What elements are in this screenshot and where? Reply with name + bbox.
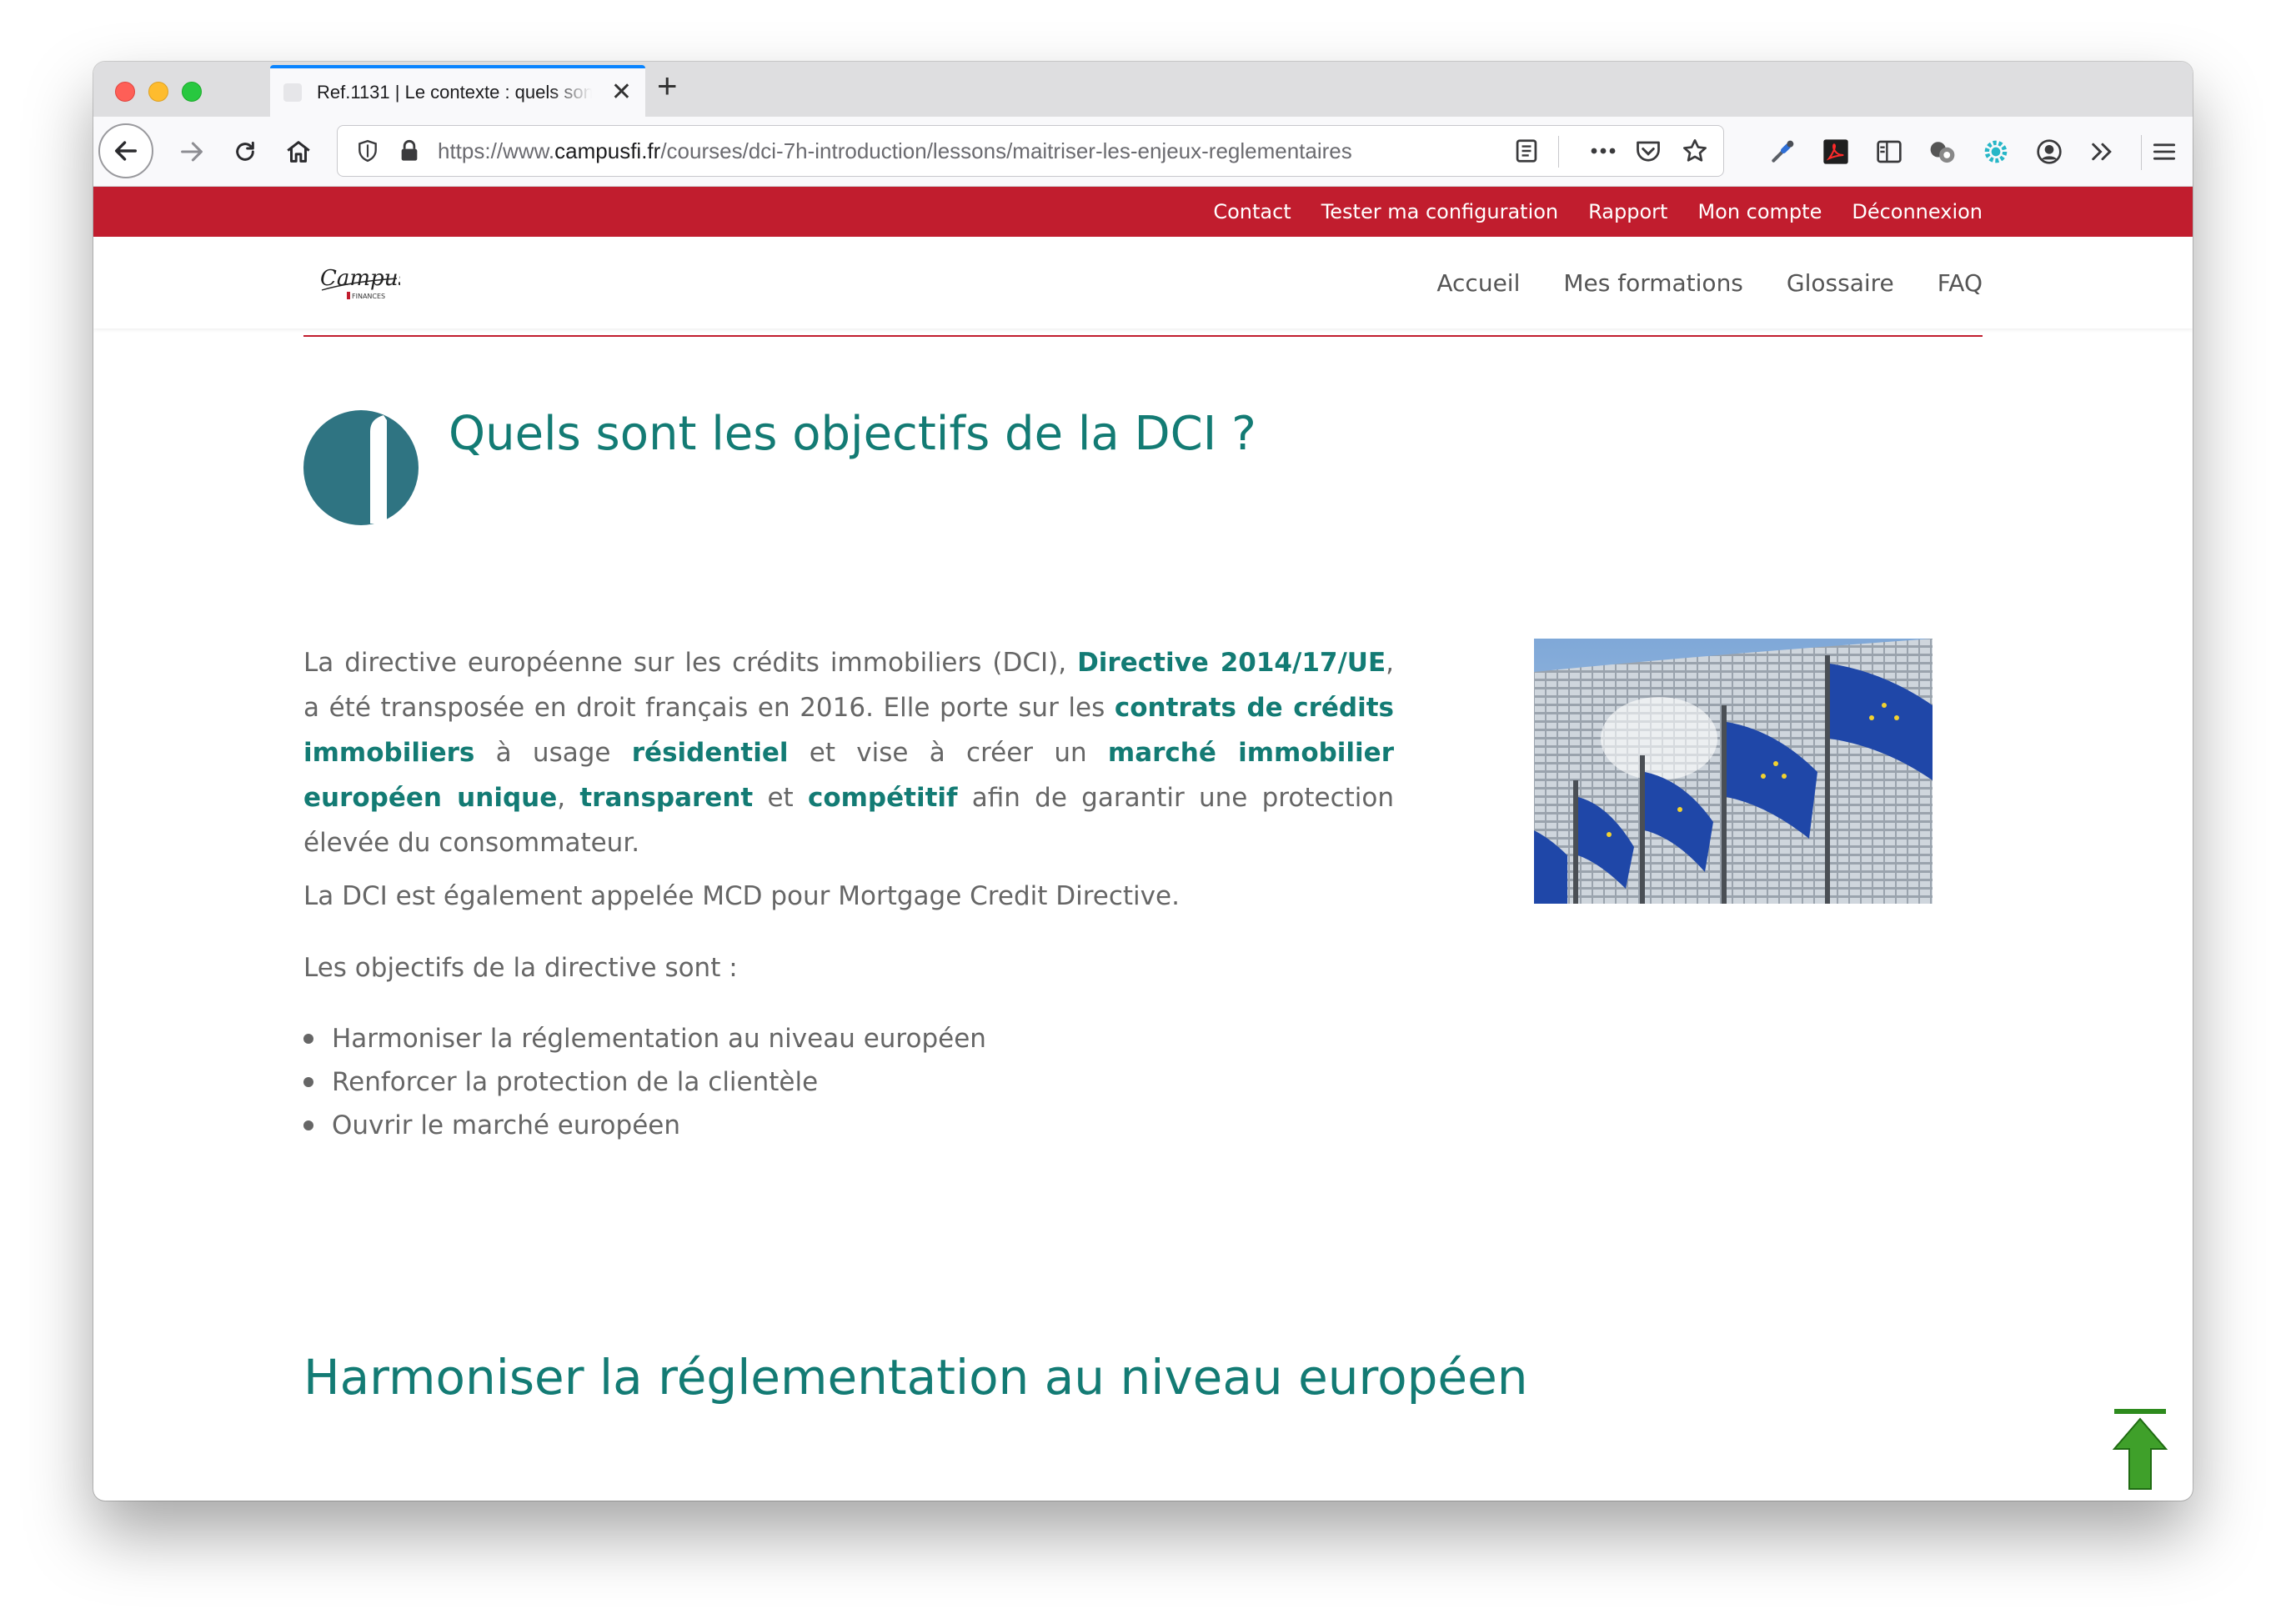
overflow-chevron-icon[interactable] [2083, 132, 2123, 172]
text-run: et [753, 783, 808, 813]
nav-accueil[interactable]: Accueil [1436, 269, 1520, 297]
screenshot-stage: Ref.1131 | Le contexte : quels sont les … [0, 0, 2286, 1624]
list-item-text: Renforcer la protection de la clientèle [332, 1067, 819, 1097]
top-link-rapport[interactable]: Rapport [1588, 200, 1667, 223]
site-header: Campus FINANCES Accueil Mes formations G… [93, 237, 2193, 328]
zoom-window-button[interactable] [182, 82, 202, 102]
top-link-contact[interactable]: Contact [1213, 200, 1291, 223]
extension-circles-icon[interactable] [1923, 132, 1963, 172]
sidebar-icon[interactable] [1869, 132, 1909, 172]
mcd-paragraph: La DCI est également appelée MCD pour Mo… [303, 881, 1180, 911]
list-item-text: Ouvrir le marché européen [332, 1110, 680, 1140]
bookmark-star-icon[interactable] [1675, 131, 1715, 171]
nav-faq[interactable]: FAQ [1938, 269, 1983, 297]
header-divider [303, 335, 1983, 337]
close-tab-icon[interactable]: ✕ [611, 80, 632, 105]
eu-flags-image [1534, 639, 1933, 904]
list-item: Ouvrir le marché européen [303, 1104, 986, 1147]
highlight-residentiel: résidentiel [631, 738, 789, 768]
new-tab-icon[interactable]: + [657, 68, 678, 103]
forward-arrow-icon[interactable] [172, 132, 212, 172]
page-title: Quels sont les objectifs de la DCI ? [449, 407, 1256, 461]
back-arrow-icon[interactable] [98, 123, 153, 178]
bullet-icon [303, 1034, 313, 1044]
logo-subtext: FINANCES [352, 293, 385, 300]
eyedropper-icon[interactable] [1762, 132, 1802, 172]
text-run: à usage [474, 738, 632, 768]
campus-finances-logo[interactable]: Campus FINANCES [317, 260, 409, 307]
highlight-directive: Directive 2014/17/UE [1077, 648, 1386, 678]
scroll-to-top-arrow-icon[interactable] [2112, 1409, 2168, 1491]
reload-icon[interactable] [225, 132, 265, 172]
objectives-intro: Les objectifs de la directive sont : [303, 953, 738, 983]
pocket-icon[interactable] [1628, 131, 1668, 171]
url-bar[interactable]: https://www.campusfi.fr/courses/dci-7h-i… [337, 125, 1724, 177]
browser-window: Ref.1131 | Le contexte : quels sont les … [93, 62, 2193, 1501]
top-link-tester-configuration[interactable]: Tester ma configuration [1321, 200, 1558, 223]
url-path: /courses/dci-7h-introduction/lessons/mai… [660, 138, 1352, 163]
section-heading: Harmoniser la réglementation au niveau e… [303, 1349, 1528, 1406]
account-icon[interactable] [2029, 132, 2069, 172]
page-actions-icon[interactable] [1583, 131, 1623, 171]
url-divider [1558, 136, 1559, 168]
top-link-deconnexion[interactable]: Déconnexion [1852, 200, 1983, 223]
minimize-window-button[interactable] [148, 82, 168, 102]
home-icon[interactable] [278, 132, 318, 172]
list-item: Harmoniser la réglementation au niveau e… [303, 1017, 986, 1060]
objectives-list: Harmoniser la réglementation au niveau e… [303, 1017, 986, 1147]
gear-extension-icon[interactable] [1976, 132, 2016, 172]
section-number-badge [303, 410, 419, 525]
favicon-icon [283, 83, 302, 102]
lock-icon[interactable] [389, 131, 429, 171]
top-link-mon-compte[interactable]: Mon compte [1697, 200, 1822, 223]
url-prefix: https://www. [438, 138, 555, 163]
nav-glossaire[interactable]: Glossaire [1787, 269, 1894, 297]
text-run: , [557, 783, 580, 813]
pdf-icon[interactable] [1816, 132, 1856, 172]
toolbar-divider [2141, 135, 2142, 170]
close-window-button[interactable] [115, 82, 135, 102]
bullet-icon [303, 1120, 313, 1130]
list-item-text: Harmoniser la réglementation au niveau e… [332, 1024, 986, 1054]
tracking-shield-icon[interactable] [348, 131, 388, 171]
text-run: et vise à créer un [788, 738, 1108, 768]
highlight-transparent: transparent [579, 783, 754, 813]
list-item: Renforcer la protection de la clientèle [303, 1060, 986, 1104]
main-navigation: Accueil Mes formations Glossaire FAQ [1436, 237, 1983, 328]
intro-paragraph: La directive européenne sur les crédits … [303, 640, 1394, 865]
top-links: Contact Tester ma configuration Rapport … [1213, 187, 1983, 237]
hamburger-menu-icon[interactable] [2144, 132, 2184, 172]
nav-mes-formations[interactable]: Mes formations [1563, 269, 1743, 297]
site-top-bar: Contact Tester ma configuration Rapport … [93, 187, 2193, 237]
navigation-toolbar: https://www.campusfi.fr/courses/dci-7h-i… [93, 117, 2193, 187]
reader-view-icon[interactable] [1506, 131, 1547, 171]
active-tab[interactable]: Ref.1131 | Le contexte : quels sont les … [270, 65, 645, 117]
bullet-icon [303, 1077, 313, 1087]
highlight-competitif: compétitif [807, 783, 958, 813]
url-text[interactable]: https://www.campusfi.fr/courses/dci-7h-i… [438, 126, 1488, 176]
tab-strip: Ref.1131 | Le contexte : quels sont les … [93, 62, 2193, 117]
url-domain: campusfi.fr [554, 138, 661, 163]
tab-title: Ref.1131 | Le contexte : quels sont les … [317, 82, 592, 103]
text-run: La directive européenne sur les crédits … [303, 648, 1078, 678]
